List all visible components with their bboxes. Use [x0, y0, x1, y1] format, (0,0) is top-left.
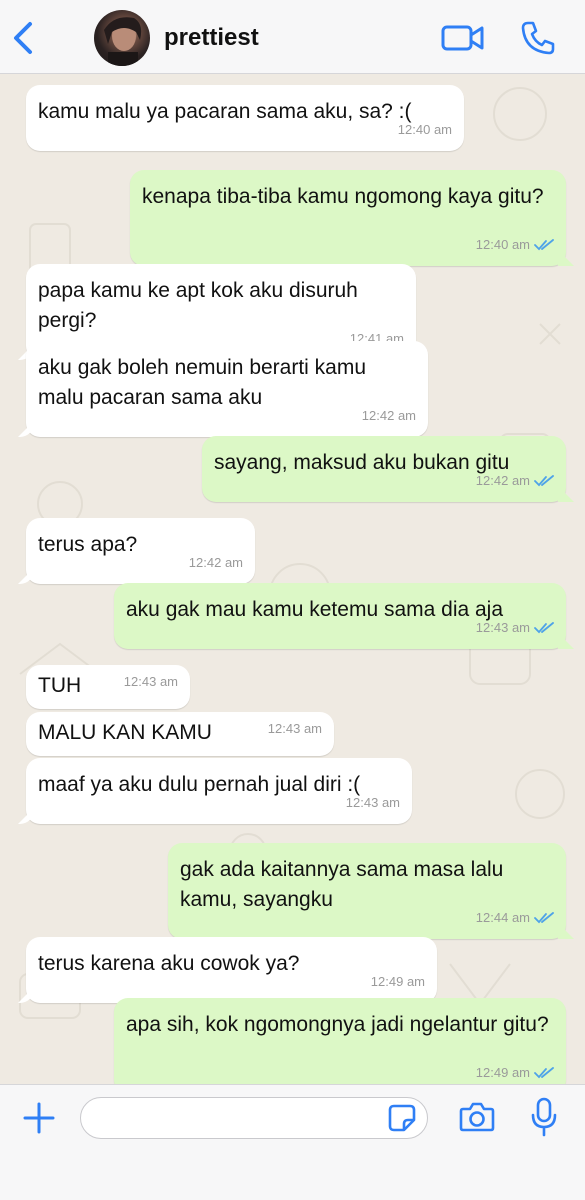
outgoing-message[interactable]: kenapa tiba-tiba kamu ngomong kaya gitu?…	[130, 170, 566, 266]
message-meta: 12:49 am	[476, 1058, 554, 1084]
message-meta: 12:40 am	[476, 230, 554, 260]
message-meta: 12:42 am	[476, 466, 554, 496]
contact-avatar[interactable]	[94, 10, 150, 66]
message-time: 12:40 am	[475, 237, 530, 252]
message-time: 12:44 am	[475, 910, 530, 925]
message-meta: 12:43 am	[124, 667, 178, 697]
read-receipt-icon	[534, 475, 554, 487]
plus-icon	[23, 1102, 55, 1134]
message-meta: 12:43 am	[346, 788, 400, 818]
video-call-button[interactable]	[441, 22, 485, 54]
message-text: maaf ya aku dulu pernah jual diri :(	[38, 773, 361, 796]
outgoing-message[interactable]: sayang, maksud aku bukan gitu 12:42 am	[202, 436, 566, 502]
avatar-image	[104, 17, 142, 66]
outgoing-message[interactable]: gak ada kaitannya sama masa lalu kamu, s…	[168, 843, 566, 939]
message-text: apa sih, kok ngomongnya jadi ngelantur g…	[126, 1013, 549, 1036]
read-receipt-icon	[534, 239, 554, 251]
read-receipt-icon	[534, 622, 554, 634]
incoming-message[interactable]: terus karena aku cowok ya? 12:49 am	[26, 937, 437, 1003]
message-time: 12:40 am	[397, 122, 452, 137]
attach-button[interactable]	[22, 1101, 56, 1135]
message-meta: 12:43 am	[476, 613, 554, 643]
incoming-message[interactable]: kamu malu ya pacaran sama aku, sa? :(12:…	[26, 85, 464, 151]
chevron-left-icon	[14, 22, 32, 54]
message-time: 12:42 am	[188, 555, 243, 570]
voice-call-button[interactable]	[520, 20, 556, 56]
read-receipt-icon	[534, 912, 554, 924]
message-meta: 12:42 am	[189, 548, 243, 578]
read-receipt-icon	[534, 1067, 554, 1079]
sticker-button[interactable]	[388, 1104, 416, 1132]
message-text: kamu malu ya pacaran sama aku, sa? :(	[38, 100, 412, 123]
video-camera-icon	[441, 25, 484, 51]
message-time: 12:42 am	[361, 408, 416, 423]
message-time: 12:42 am	[475, 473, 530, 488]
contact-name[interactable]: prettiest	[164, 24, 259, 52]
incoming-message[interactable]: maaf ya aku dulu pernah jual diri :(12:4…	[26, 758, 412, 824]
outgoing-message[interactable]: aku gak mau kamu ketemu sama dia aja 12:4…	[114, 583, 566, 649]
message-list[interactable]: kamu malu ya pacaran sama aku, sa? :(12:…	[0, 74, 585, 1084]
incoming-message[interactable]: terus apa? 12:42 am	[26, 518, 255, 584]
message-text: terus karena aku cowok ya?	[38, 952, 300, 975]
outgoing-message[interactable]: apa sih, kok ngomongnya jadi ngelantur g…	[114, 998, 566, 1084]
back-button[interactable]	[10, 20, 40, 56]
phone-icon	[521, 21, 555, 55]
message-input[interactable]	[80, 1097, 428, 1139]
message-text: papa kamu ke apt kok aku disuruh pergi?	[38, 279, 358, 332]
message-time: 12:49 am	[475, 1065, 530, 1080]
message-time: 12:43 am	[123, 674, 178, 689]
message-time: 12:43 am	[345, 795, 400, 810]
message-time: 12:49 am	[370, 974, 425, 989]
voice-message-button[interactable]	[530, 1097, 558, 1137]
message-text: aku gak boleh nemuin berarti kamu malu p…	[38, 356, 367, 409]
incoming-message[interactable]: aku gak boleh nemuin berarti kamu malu p…	[26, 341, 428, 437]
message-meta: 12:40 am	[398, 115, 452, 145]
message-meta: 12:44 am	[476, 903, 554, 933]
camera-icon	[459, 1102, 495, 1132]
message-meta: 12:43 am	[268, 714, 322, 744]
message-text: kenapa tiba-tiba kamu ngomong kaya gitu?	[142, 185, 544, 208]
message-input-bar	[0, 1084, 585, 1200]
message-time: 12:43 am	[267, 721, 322, 736]
incoming-message[interactable]: TUH 12:43 am	[26, 665, 190, 709]
message-meta: 12:49 am	[371, 967, 425, 997]
incoming-message[interactable]: MALU KAN KAMU 12:43 am	[26, 712, 334, 756]
message-meta: 12:42 am	[362, 401, 416, 431]
microphone-icon	[531, 1097, 557, 1137]
message-time: 12:43 am	[475, 620, 530, 635]
chat-header: prettiest	[0, 0, 585, 74]
camera-button[interactable]	[459, 1101, 495, 1133]
sticker-icon	[388, 1104, 416, 1132]
